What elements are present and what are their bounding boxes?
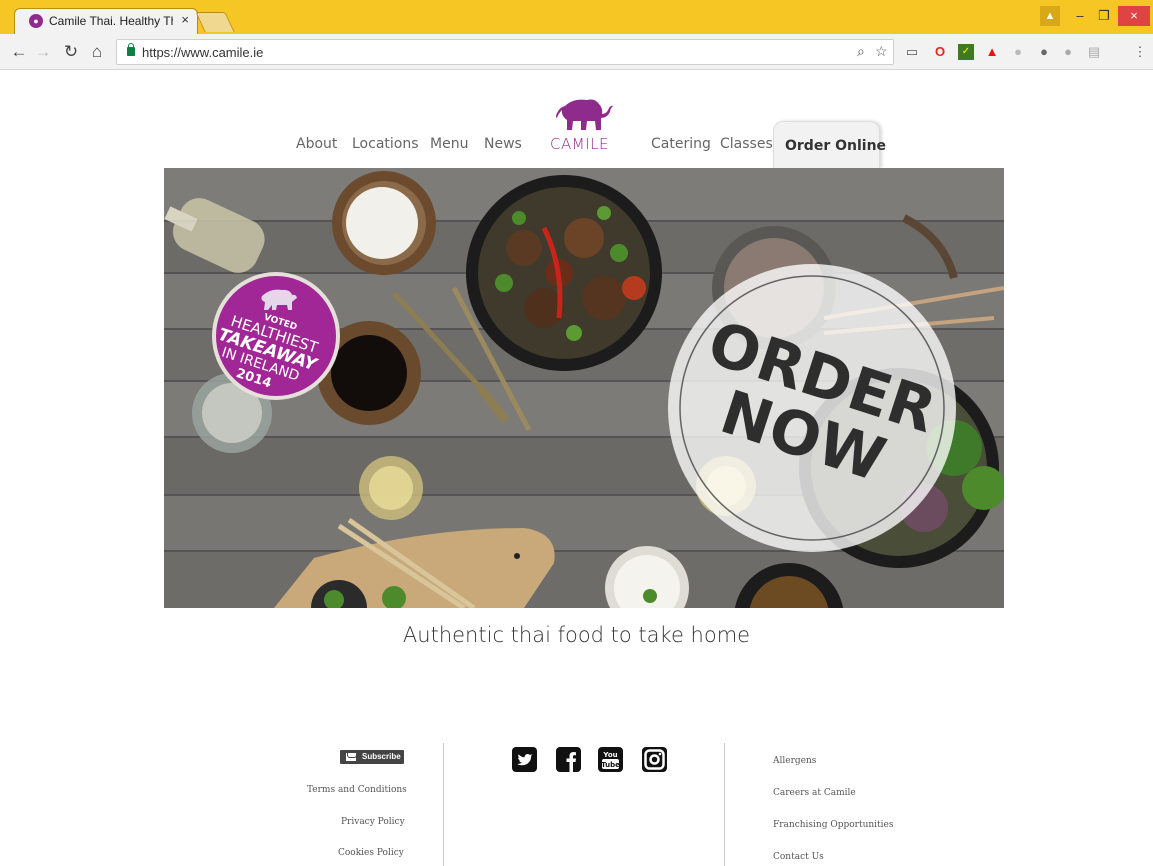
- logo-wordmark[interactable]: CAMILE: [550, 135, 609, 153]
- order-online-tab[interactable]: Order Online: [773, 121, 886, 168]
- mail-icon: [346, 753, 356, 761]
- camile-favicon-icon: ●: [29, 14, 43, 28]
- extension-check-icon[interactable]: ✓: [958, 44, 974, 60]
- extension-icon[interactable]: ▤: [1086, 44, 1102, 60]
- extension-icon[interactable]: ●: [1060, 44, 1076, 60]
- new-tab-button[interactable]: [195, 12, 235, 32]
- browser-titlebar: ● Camile Thai. Healthy Tha × ▲ – ❐ ×: [0, 0, 1153, 34]
- youtube-label-bottom: Tube: [601, 761, 620, 769]
- reload-icon[interactable]: ↻: [61, 42, 81, 62]
- tagline: Authentic thai food to take home: [402, 623, 751, 647]
- subscribe-button[interactable]: Subscribe: [340, 750, 404, 764]
- adobe-icon[interactable]: ▲: [984, 44, 1000, 60]
- footer-link-careers[interactable]: Careers at Camile: [773, 788, 856, 798]
- home-icon[interactable]: ⌂: [87, 42, 107, 62]
- close-window-button[interactable]: ×: [1118, 6, 1150, 26]
- url-text[interactable]: https://www.camile.ie: [142, 45, 263, 60]
- browser-tab[interactable]: ● Camile Thai. Healthy Tha ×: [14, 8, 198, 34]
- opera-icon[interactable]: O: [932, 44, 948, 60]
- instagram-icon[interactable]: [642, 747, 667, 772]
- maximize-button[interactable]: ❐: [1094, 6, 1114, 26]
- page-content: About Locations Menu News CAMILE Caterin…: [0, 70, 1153, 866]
- footer-divider-right: [724, 743, 725, 866]
- facebook-icon[interactable]: [556, 747, 581, 772]
- subscribe-label: Subscribe: [362, 752, 401, 761]
- hero-banner[interactable]: ORDER NOW VOTED HEALTHIEST TAKEAWAY IN I…: [164, 168, 1004, 608]
- lock-icon: [127, 43, 135, 56]
- youtube-icon[interactable]: You Tube: [598, 747, 623, 772]
- twitter-icon[interactable]: [512, 747, 537, 772]
- nav-about[interactable]: About: [296, 136, 337, 152]
- footer-link-cookies[interactable]: Cookies Policy: [338, 848, 404, 858]
- footer-link-contact[interactable]: Contact Us: [773, 852, 824, 862]
- footer-divider-left: [443, 743, 444, 866]
- cast-icon[interactable]: ▭: [904, 44, 920, 60]
- browser-toolbar: ← → ↻ ⌂ https://www.camile.ie ⌕ ☆ ▭ O ✓ …: [0, 34, 1153, 70]
- minimize-button[interactable]: –: [1070, 6, 1090, 26]
- youtube-label-top: You: [602, 751, 617, 759]
- forward-icon[interactable]: →: [33, 42, 53, 62]
- nav-catering[interactable]: Catering: [651, 136, 711, 152]
- footer-link-allergens[interactable]: Allergens: [773, 756, 816, 766]
- nav-news[interactable]: News: [484, 136, 522, 152]
- elephant-logo-icon[interactable]: [555, 96, 613, 132]
- back-icon[interactable]: ←: [9, 42, 29, 62]
- tab-close-icon[interactable]: ×: [181, 12, 189, 27]
- nav-locations[interactable]: Locations: [352, 136, 419, 152]
- footer-link-privacy[interactable]: Privacy Policy: [341, 817, 405, 827]
- extension-icon[interactable]: ●: [1010, 44, 1026, 60]
- star-icon[interactable]: ☆: [875, 43, 888, 60]
- nav-menu[interactable]: Menu: [430, 136, 468, 152]
- tab-title: Camile Thai. Healthy Tha: [49, 14, 173, 28]
- user-profile-icon[interactable]: ▲: [1040, 6, 1060, 26]
- footer-link-franchising[interactable]: Franchising Opportunities: [773, 820, 894, 830]
- menu-icon[interactable]: ⋮: [1132, 44, 1148, 60]
- extension-icon[interactable]: ●: [1036, 44, 1052, 60]
- zoom-icon[interactable]: ⌕: [857, 43, 865, 60]
- footer-link-terms[interactable]: Terms and Conditions: [307, 785, 407, 795]
- address-bar[interactable]: https://www.camile.ie ⌕ ☆: [116, 39, 894, 65]
- nav-classes[interactable]: Classes: [720, 136, 773, 152]
